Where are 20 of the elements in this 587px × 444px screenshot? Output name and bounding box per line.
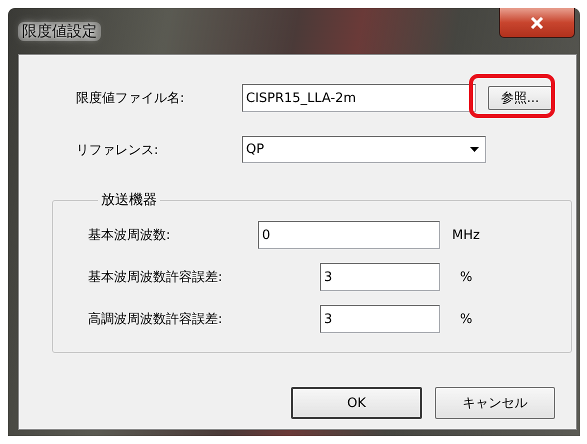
field-label: 基本波周波数許容誤差: (88, 269, 224, 286)
field-label: リファレンス: (76, 142, 160, 158)
reference-dropdown[interactable]: QP (242, 136, 486, 163)
dropdown-arrow-icon (470, 147, 479, 152)
unit-label: % (460, 270, 472, 284)
field-label: 基本波周波数: (88, 227, 172, 244)
input-field[interactable]: 3 (320, 263, 440, 291)
browse-button[interactable]: 参照... (488, 86, 552, 110)
input-field[interactable]: 3 (320, 305, 440, 333)
group-title: 放送機器 (100, 191, 158, 209)
field-label: 高調波周波数許容誤差: (88, 311, 224, 328)
input-field[interactable]: 0 (258, 221, 440, 249)
close-button[interactable] (499, 8, 575, 38)
close-icon (530, 16, 544, 28)
unit-label: % (460, 312, 472, 326)
unit-label: MHz (452, 228, 480, 242)
file-name-field[interactable]: CISPR15_LLA-2m (242, 84, 476, 112)
dialog-button[interactable]: OK (291, 387, 422, 419)
dialog-button[interactable]: キャンセル (435, 387, 555, 419)
field-label: 限度値ファイル名: (76, 90, 186, 107)
